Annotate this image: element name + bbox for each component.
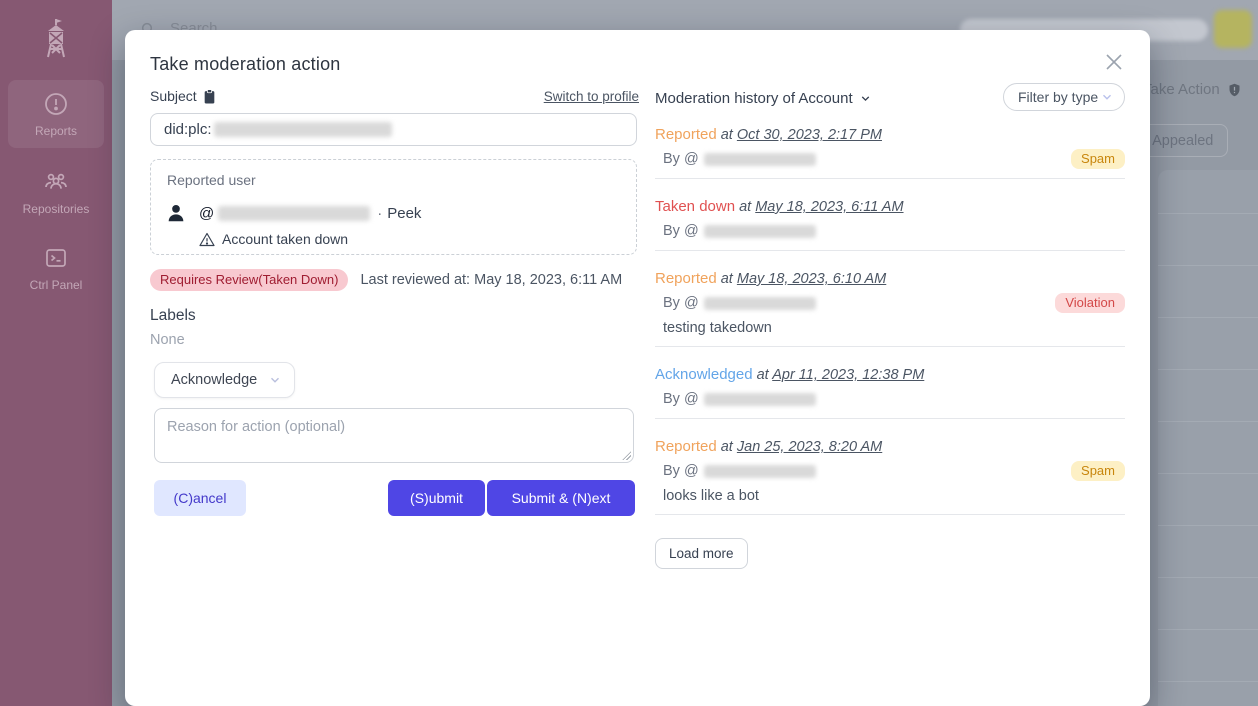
- entry-badge: Spam: [1071, 461, 1125, 481]
- history-entry: Reported at Jan 25, 2023, 8:20 AM By @ Spa…: [655, 438, 1125, 515]
- background-table: [1158, 170, 1258, 706]
- history-entry: Reported at May 18, 2023, 6:10 AM By @ Vio…: [655, 270, 1125, 347]
- sidebar-item-reports[interactable]: Reports: [8, 80, 104, 148]
- entry-type-label: Reported: [655, 270, 717, 287]
- peek-button[interactable]: Peek: [387, 205, 421, 222]
- history-entry: Taken down at May 18, 2023, 6:11 AM By @: [655, 198, 1125, 251]
- alert-circle-icon: [8, 92, 104, 116]
- redacted-handle: [704, 225, 816, 238]
- filter-by-type-select[interactable]: Filter by type: [1003, 83, 1125, 111]
- take-action-button[interactable]: Take Action: [1143, 81, 1242, 98]
- entry-type-label: Reported: [655, 438, 717, 455]
- person-icon: [165, 202, 187, 224]
- submit-button[interactable]: (S)ubmit: [388, 480, 485, 516]
- load-more-button[interactable]: Load more: [655, 538, 748, 569]
- review-status-badge: Requires Review(Taken Down): [150, 269, 348, 291]
- history-entry: Reported at Oct 30, 2023, 2:17 PM By @ Spa…: [655, 126, 1125, 179]
- entry-type-label: Taken down: [655, 198, 735, 215]
- reason-textarea[interactable]: [154, 408, 634, 463]
- history-entries: Reported at Oct 30, 2023, 2:17 PM By @ Spa…: [655, 126, 1125, 534]
- warning-triangle-icon: [199, 232, 215, 247]
- entry-date-link[interactable]: Jan 25, 2023, 8:20 AM: [737, 439, 882, 455]
- entry-at-word: at: [735, 199, 755, 215]
- entry-at-word: at: [753, 367, 773, 383]
- history-title[interactable]: Moderation history of Account: [655, 90, 872, 107]
- sidebar-item-ctrl-panel[interactable]: Ctrl Panel: [8, 234, 104, 302]
- sidebar-item-label: Reports: [35, 124, 77, 138]
- entry-comment: testing takedown: [663, 320, 1125, 338]
- entry-badge: Violation: [1055, 293, 1125, 313]
- redacted-handle: [704, 465, 816, 478]
- sidebar-item-label: Ctrl Panel: [30, 278, 83, 292]
- tab-appealed[interactable]: Appealed: [1137, 125, 1227, 156]
- handle-at: @: [199, 205, 214, 222]
- take-moderation-action-modal: Take moderation action Subject Switch to…: [125, 30, 1150, 706]
- ozone-logo[interactable]: [0, 18, 112, 58]
- last-reviewed-text: Last reviewed at: May 18, 2023, 6:11 AM: [360, 272, 622, 288]
- entry-comment: looks like a bot: [663, 488, 1125, 506]
- entry-type-label: Reported: [655, 126, 717, 143]
- redacted-handle: [704, 297, 816, 310]
- entry-at-word: at: [717, 127, 737, 143]
- reported-user-label: Reported user: [167, 172, 256, 188]
- switch-to-profile-link[interactable]: Switch to profile: [544, 89, 639, 104]
- entry-at-word: at: [717, 439, 737, 455]
- redacted-handle: [704, 153, 816, 166]
- submit-next-button[interactable]: Submit & (N)ext: [487, 480, 635, 516]
- subject-input[interactable]: did:plc:: [150, 113, 637, 146]
- entry-by-prefix: By @: [663, 151, 699, 167]
- redacted-handle: [218, 206, 370, 221]
- sidebar-item-repositories[interactable]: Repositories: [8, 158, 104, 226]
- history-entry: Acknowledged at Apr 11, 2023, 12:38 PM By…: [655, 366, 1125, 419]
- chevron-down-icon: [1100, 90, 1114, 104]
- shield-icon: [1227, 82, 1242, 98]
- entry-by-prefix: By @: [663, 223, 699, 239]
- cancel-button[interactable]: (C)ancel: [154, 480, 246, 516]
- entry-date-link[interactable]: May 18, 2023, 6:11 AM: [755, 199, 903, 215]
- action-select[interactable]: Acknowledge: [154, 362, 295, 398]
- redacted-did: [214, 122, 392, 137]
- labels-value: None: [150, 332, 185, 348]
- entry-by-prefix: By @: [663, 463, 699, 479]
- entry-date-link[interactable]: Apr 11, 2023, 12:38 PM: [772, 367, 924, 383]
- reported-user-card: Reported user @ · Peek Account taken dow…: [150, 159, 637, 255]
- sidebar-item-label: Repositories: [23, 202, 90, 216]
- entry-type-label: Acknowledged: [655, 366, 753, 383]
- resize-grip[interactable]: [622, 451, 631, 460]
- entry-by-prefix: By @: [663, 391, 699, 407]
- users-icon: [8, 170, 104, 194]
- close-icon[interactable]: [1102, 50, 1126, 74]
- clipboard-icon[interactable]: [203, 89, 216, 104]
- entry-at-word: at: [717, 271, 737, 287]
- entry-date-link[interactable]: May 18, 2023, 6:10 AM: [737, 271, 886, 287]
- take-action-label: Take Action: [1143, 81, 1220, 98]
- chevron-down-icon: [859, 92, 872, 105]
- account-status: Account taken down: [199, 231, 348, 247]
- subject-label: Subject: [150, 88, 216, 104]
- modal-title: Take moderation action: [150, 54, 341, 75]
- terminal-icon: [8, 246, 104, 270]
- redacted-handle: [704, 393, 816, 406]
- avatar[interactable]: [1214, 10, 1252, 48]
- entry-badge: Spam: [1071, 149, 1125, 169]
- labels-heading: Labels: [150, 307, 196, 325]
- sidebar: Reports Repositories Ctrl Panel: [0, 0, 112, 706]
- entry-date-link[interactable]: Oct 30, 2023, 2:17 PM: [737, 127, 882, 143]
- entry-by-prefix: By @: [663, 295, 699, 311]
- chevron-down-icon: [268, 373, 282, 387]
